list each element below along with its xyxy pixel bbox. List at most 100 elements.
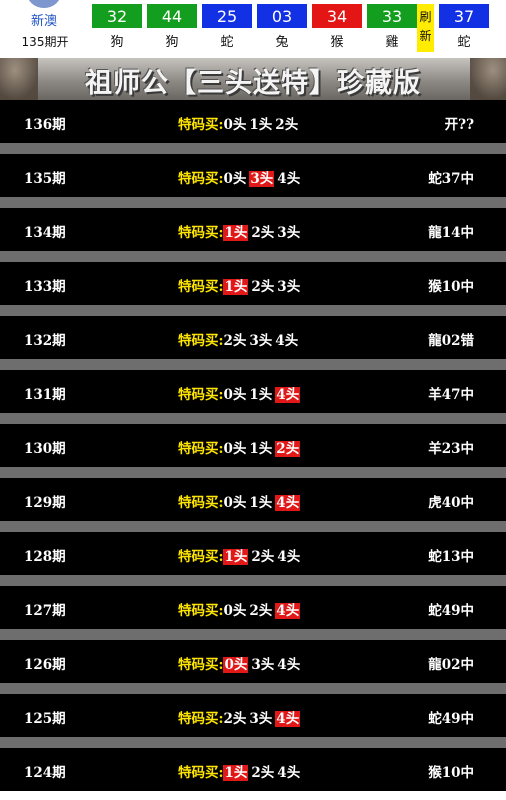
pick-label: 特码买: <box>178 279 224 295</box>
ball-zodiac: 蛇 <box>220 35 234 50</box>
head-option: 3头 <box>249 333 273 349</box>
draw-result: 蛇37中 <box>428 171 474 187</box>
site-logo-icon <box>27 0 61 8</box>
pick-label: 特码买: <box>178 117 224 133</box>
ball-number: 33 <box>367 4 417 28</box>
head-option: 4头 <box>275 333 299 349</box>
pick-label: 特码买: <box>178 387 224 403</box>
draw-ball: 37 蛇 <box>439 4 489 50</box>
pick-text: 特码买:0头 1头 2头 <box>178 113 301 133</box>
hit-head-badge: 4头 <box>275 387 301 403</box>
head-option: 0头 <box>223 495 247 511</box>
draw-result: 虎40中 <box>428 495 474 511</box>
ball-zodiac: 雞 <box>385 35 399 50</box>
head-option: 3头 <box>277 225 301 241</box>
row-divider <box>0 413 506 424</box>
page-title: 祖师公【三头送特】珍藏版 <box>85 68 421 99</box>
head-option: 4头 <box>277 765 301 781</box>
issue-number: 132期 <box>24 333 66 349</box>
row-divider <box>0 467 506 478</box>
pick-label: 特码买: <box>178 711 224 727</box>
pick-label: 特码买: <box>178 549 224 565</box>
draw-ball: 32 狗 <box>92 4 142 50</box>
row-divider <box>0 683 506 694</box>
draw-result-bar: 新澳 135期开 32 狗 44 狗 25 蛇 03 兔 34 猴 33 雞 37 蛇 刷 新 <box>0 0 506 56</box>
site-name-link[interactable]: 新澳 <box>18 10 70 29</box>
head-option: 1头 <box>249 495 273 511</box>
issue-number: 134期 <box>24 225 66 241</box>
head-option: 2头 <box>251 225 275 241</box>
head-option: 2头 <box>223 333 247 349</box>
draw-ball: 33 雞 <box>367 4 417 50</box>
pick-label: 特码买: <box>178 495 224 511</box>
hit-head-badge: 4头 <box>275 711 301 727</box>
head-option: 1头 <box>249 441 273 457</box>
head-option: 2头 <box>251 549 275 565</box>
head-option: 0头 <box>223 171 247 187</box>
draw-ball: 44 狗 <box>147 4 197 50</box>
ball-number: 37 <box>439 4 489 28</box>
issue-number: 131期 <box>24 387 66 403</box>
draw-result: 猴10中 <box>428 279 474 295</box>
draw-result: 羊23中 <box>428 441 474 457</box>
hit-head-badge: 4头 <box>275 495 301 511</box>
pick-label: 特码买: <box>178 441 224 457</box>
draw-result: 龍14中 <box>428 225 474 241</box>
table-row: 125期 特码买:2头 3头 4头 蛇49中 <box>0 694 506 737</box>
ball-zodiac: 猴 <box>330 35 344 50</box>
hit-head-badge: 2头 <box>275 441 301 457</box>
pick-label: 特码买: <box>178 171 224 187</box>
table-row: 124期 特码买:1头 2头 4头 猴10中 <box>0 748 506 791</box>
refresh-button[interactable]: 刷 新 <box>417 4 434 52</box>
row-divider <box>0 575 506 586</box>
table-row: 136期 特码买:0头 1头 2头 开?? <box>0 100 506 143</box>
head-option: 0头 <box>223 117 247 133</box>
row-divider <box>0 737 506 748</box>
draw-ball: 25 蛇 <box>202 4 252 50</box>
draw-result: 羊47中 <box>428 387 474 403</box>
table-row: 130期 特码买:0头 1头 2头 羊23中 <box>0 424 506 467</box>
issue-number: 136期 <box>24 117 66 133</box>
refresh-label-top: 刷 <box>419 10 432 24</box>
row-divider <box>0 629 506 640</box>
draw-result: 蛇49中 <box>428 711 474 727</box>
issue-number: 127期 <box>24 603 66 619</box>
pick-text: 特码买:0头 3头 4头 <box>178 653 303 673</box>
head-option: 2头 <box>223 711 247 727</box>
issue-number: 128期 <box>24 549 66 565</box>
ball-number: 32 <box>92 4 142 28</box>
draw-result: 龍02中 <box>428 657 474 673</box>
draw-result: 猴10中 <box>428 765 474 781</box>
issue-number: 126期 <box>24 657 66 673</box>
pick-text: 特码买:2头 3头 4头 <box>178 707 303 727</box>
refresh-label-bottom: 新 <box>419 29 432 43</box>
pick-text: 特码买:0头 3头 4头 <box>178 167 303 187</box>
pick-label: 特码买: <box>178 333 224 349</box>
row-divider <box>0 251 506 262</box>
pick-text: 特码买:1头 2头 3头 <box>178 221 303 241</box>
row-divider <box>0 143 506 154</box>
head-option: 2头 <box>251 279 275 295</box>
head-option: 3头 <box>277 279 301 295</box>
pick-text: 特码买:1头 2头 4头 <box>178 545 303 565</box>
hit-head-badge: 1头 <box>223 765 249 781</box>
table-row: 134期 特码买:1头 2头 3头 龍14中 <box>0 208 506 251</box>
table-row: 135期 特码买:0头 3头 4头 蛇37中 <box>0 154 506 197</box>
hit-head-badge: 0头 <box>223 657 249 673</box>
table-row: 127期 特码买:0头 2头 4头 蛇49中 <box>0 586 506 629</box>
table-row: 132期 特码买:2头 3头 4头 龍02错 <box>0 316 506 359</box>
current-issue-label: 135期开 <box>21 35 69 49</box>
hit-head-badge: 4头 <box>275 603 301 619</box>
issue-number: 130期 <box>24 441 66 457</box>
head-option: 3头 <box>249 711 273 727</box>
head-option: 2头 <box>275 117 299 133</box>
ball-number: 03 <box>257 4 307 28</box>
issue-number: 135期 <box>24 171 66 187</box>
ball-zodiac: 狗 <box>165 35 179 50</box>
page-banner: 祖师公【三头送特】珍藏版 <box>0 58 506 100</box>
head-option: 0头 <box>223 441 247 457</box>
ball-zodiac: 狗 <box>110 35 124 50</box>
draw-ball: 34 猴 <box>312 4 362 50</box>
hit-head-badge: 1头 <box>223 279 249 295</box>
pick-text: 特码买:0头 1头 4头 <box>178 491 303 511</box>
